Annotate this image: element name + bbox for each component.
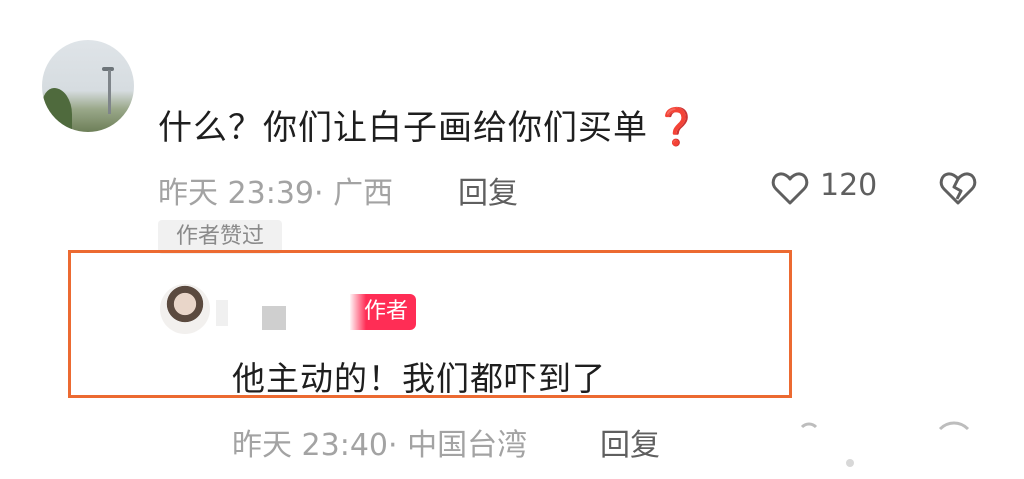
reply-reply-button[interactable]: 回复: [600, 420, 660, 464]
commenter-avatar[interactable]: [42, 40, 134, 132]
question-mark-emoji: ❓: [654, 107, 700, 148]
bottom-action-icons: [790, 415, 1024, 475]
author-name-redacted: [216, 300, 228, 326]
author-liked-badge: 作者赞过: [158, 220, 282, 254]
avatar-lamp-pole: [108, 70, 111, 114]
heart-icon[interactable]: [770, 168, 810, 208]
like-count: 120: [820, 168, 878, 203]
broken-heart-icon[interactable]: [938, 168, 978, 208]
comment-timestamp: 昨天 23:39· 广西: [158, 176, 394, 211]
comment-reply-button[interactable]: 回复: [458, 168, 518, 212]
avatar-tree: [42, 88, 72, 132]
reply-text: 他主动的！我们都吓到了: [232, 359, 606, 398]
author-tag-overlay: [350, 294, 366, 330]
reply-timestamp: 昨天 23:40· 中国台湾: [232, 428, 528, 463]
author-avatar[interactable]: [160, 284, 210, 334]
comment-body: 什么？你们让白子画给你们买单: [158, 108, 648, 148]
author-name-mosaic: [262, 306, 286, 330]
comment-text: 什么？你们让白子画给你们买单 ❓: [158, 100, 700, 149]
